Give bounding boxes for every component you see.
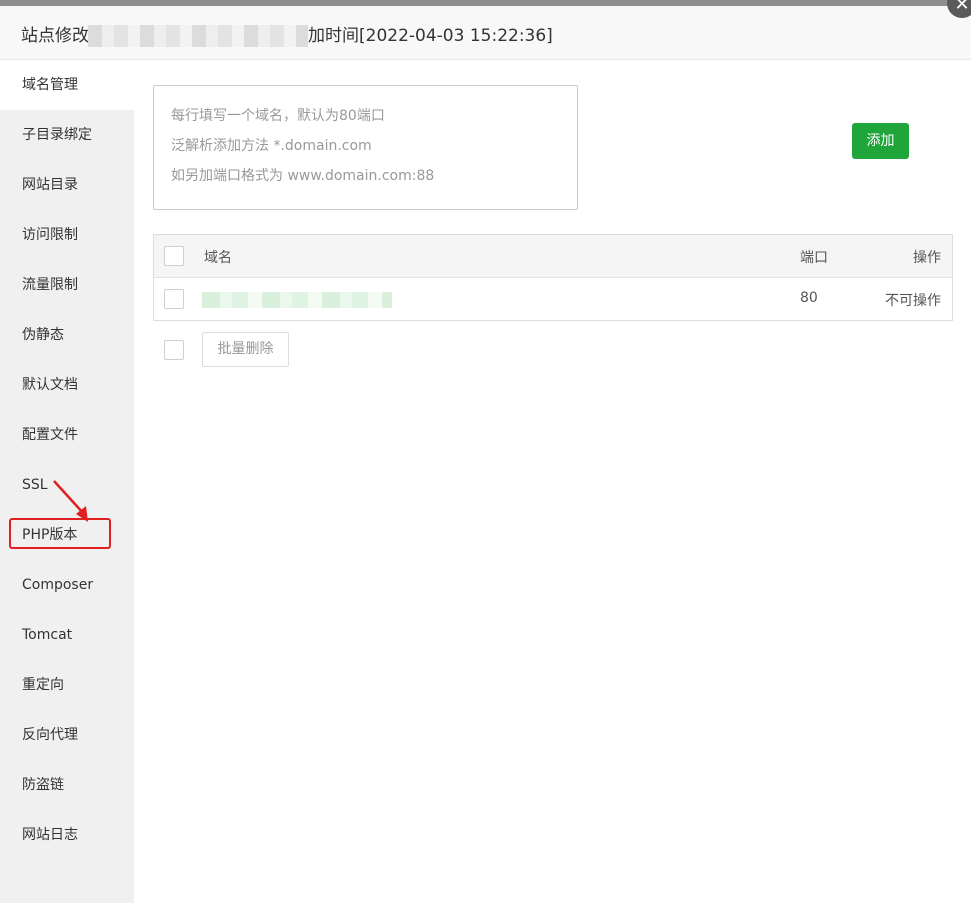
sidebar-item-site-log[interactable]: 网站日志 <box>0 810 134 860</box>
domain-table: 域名 端口 操作 80 不可操作 <box>153 234 953 321</box>
sidebar-item-tomcat[interactable]: Tomcat <box>0 610 134 660</box>
sidebar-item-composer[interactable]: Composer <box>0 560 134 610</box>
table-header: 域名 端口 操作 <box>154 235 952 278</box>
sidebar-item-access-restriction[interactable]: 访问限制 <box>0 210 134 260</box>
dialog-title-suffix: 加时间[2022-04-03 15:22:36] <box>308 26 553 46</box>
row-checkbox[interactable] <box>164 289 184 309</box>
row-action-status: 不可操作 <box>885 293 941 309</box>
sidebar-item-redirect[interactable]: 重定向 <box>0 660 134 710</box>
table-row: 80 不可操作 <box>154 278 952 320</box>
column-header-domain: 域名 <box>204 250 232 266</box>
close-icon: ✕ <box>954 0 970 15</box>
domain-hint-line: 如另加端口格式为 www.domain.com:88 <box>171 168 435 184</box>
redacted-site-name <box>88 25 308 47</box>
sidebar-item-reverse-proxy[interactable]: 反向代理 <box>0 710 134 760</box>
sidebar-item-domain-management[interactable]: 域名管理 <box>0 60 134 110</box>
batch-delete-button[interactable]: 批量删除 <box>202 332 289 367</box>
redacted-domain <box>202 292 392 308</box>
dialog-title-prefix: 站点修改 <box>21 26 89 46</box>
sidebar-item-rewrite[interactable]: 伪静态 <box>0 310 134 360</box>
sidebar-item-traffic-limit[interactable]: 流量限制 <box>0 260 134 310</box>
sidebar-item-site-directory[interactable]: 网站目录 <box>0 160 134 210</box>
select-all-checkbox[interactable] <box>164 246 184 266</box>
sidebar-item-config-file[interactable]: 配置文件 <box>0 410 134 460</box>
domain-hint-line: 每行填写一个域名，默认为80端口 <box>171 108 385 124</box>
column-header-port: 端口 <box>800 250 828 266</box>
batch-select-checkbox[interactable] <box>164 340 184 360</box>
sidebar-item-hotlink-protection[interactable]: 防盗链 <box>0 760 134 810</box>
column-header-action: 操作 <box>913 250 941 266</box>
sidebar-item-subdirectory-binding[interactable]: 子目录绑定 <box>0 110 134 160</box>
dialog-titlebar: 站点修改 加时间[2022-04-03 15:22:36] <box>0 6 971 60</box>
sidebar-item-default-document[interactable]: 默认文档 <box>0 360 134 410</box>
add-domain-button[interactable]: 添加 <box>852 123 909 159</box>
row-port: 80 <box>800 290 818 306</box>
annotation-highlight-box <box>9 518 111 549</box>
domain-textarea[interactable]: 每行填写一个域名，默认为80端口 泛解析添加方法 *.domain.com 如另… <box>153 85 578 210</box>
domain-hint-line: 泛解析添加方法 *.domain.com <box>171 138 372 154</box>
